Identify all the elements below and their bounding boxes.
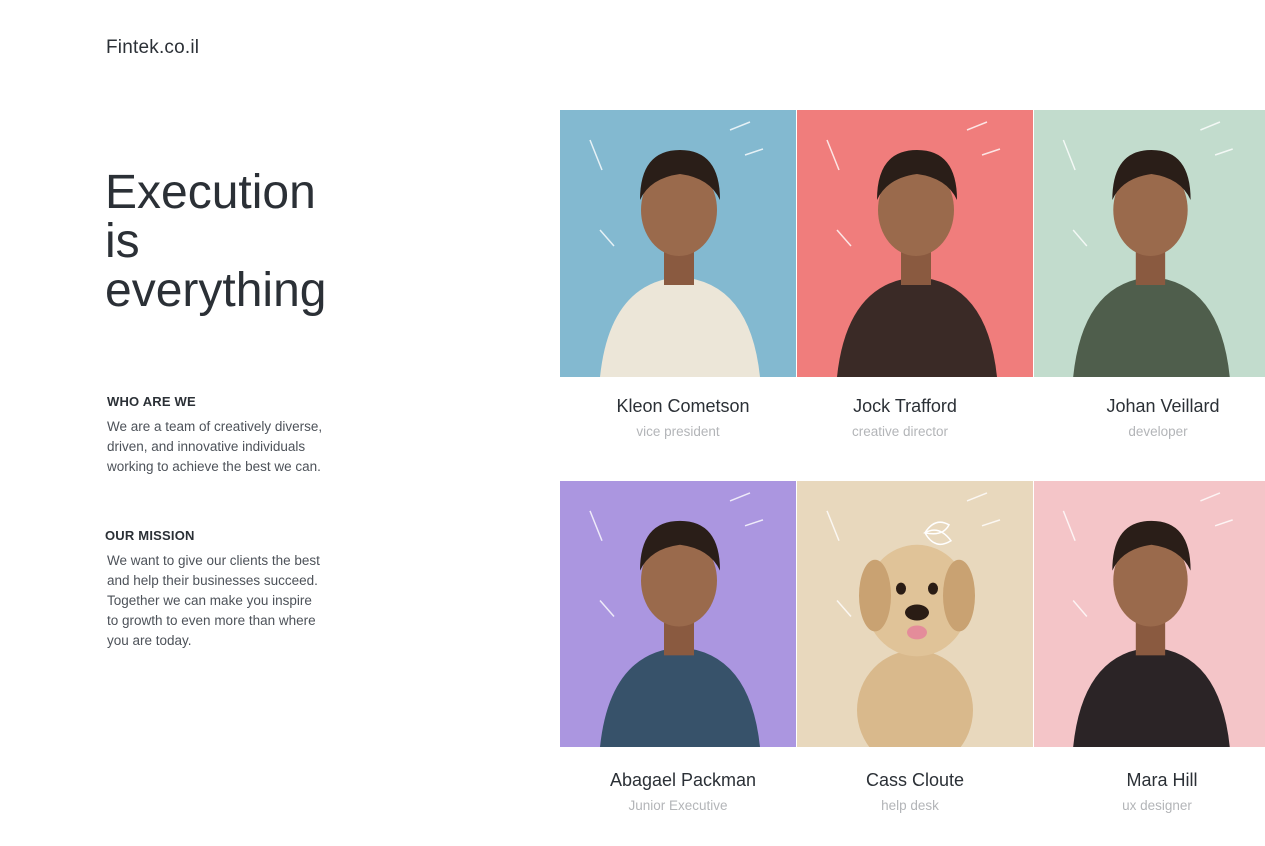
text-line: you are today. bbox=[107, 633, 192, 648]
person-woman-icon bbox=[1062, 492, 1233, 747]
site-logo[interactable]: Fintek.co.il bbox=[106, 37, 199, 59]
text-line: We want to give our clients the best bbox=[107, 553, 320, 568]
team-photo[interactable] bbox=[560, 110, 796, 377]
team-member-name: Johan Veillard bbox=[1106, 396, 1220, 416]
who-are-we-text: We are a team of creatively diverse, dri… bbox=[107, 417, 332, 477]
text-line: Together we can make you inspire bbox=[107, 593, 312, 608]
our-mission-text: We want to give our clients the best and… bbox=[107, 551, 332, 651]
team-member-role: help desk bbox=[881, 798, 939, 813]
headline-line: Execution bbox=[105, 166, 316, 219]
headline-line: everything bbox=[105, 264, 327, 317]
team-photo[interactable] bbox=[560, 481, 796, 747]
team-member-role: vice president bbox=[636, 424, 720, 439]
team-member-role: developer bbox=[1128, 424, 1188, 439]
text-line: working to achieve the best we can. bbox=[107, 459, 321, 474]
team-member-role: creative director bbox=[851, 424, 949, 439]
team-member-name: Mara Hill bbox=[1126, 770, 1198, 790]
person-man-icon bbox=[1062, 121, 1233, 377]
who-are-we-title: WHO ARE WE bbox=[107, 394, 196, 409]
team-member-role: Junior Executive bbox=[628, 798, 728, 813]
person-man-icon bbox=[826, 121, 1001, 377]
our-mission-title: OUR MISSION bbox=[105, 528, 195, 543]
person-woman-icon bbox=[589, 121, 764, 377]
text-line: We are a team of creatively diverse, bbox=[107, 419, 323, 434]
text-line: to growth to even more than where bbox=[107, 613, 316, 628]
hero-headline: Execution is everything bbox=[105, 168, 365, 315]
text-line: driven, and innovative individuals bbox=[107, 439, 306, 454]
team-photo[interactable] bbox=[1034, 481, 1265, 747]
puppy-icon bbox=[826, 492, 1001, 747]
team-photo[interactable] bbox=[797, 481, 1033, 747]
team-member-name: Jock Trafford bbox=[853, 396, 957, 416]
headline-line: is bbox=[105, 215, 140, 268]
text-line: and help their businesses succeed. bbox=[107, 573, 318, 588]
team-member-name: Cass Cloute bbox=[865, 770, 965, 790]
team-photo[interactable] bbox=[797, 110, 1033, 377]
team-member-name: Kleon Cometson bbox=[616, 396, 750, 416]
team-photo[interactable] bbox=[1034, 110, 1265, 377]
team-member-role: ux designer bbox=[1122, 798, 1192, 813]
team-member-name: Abagael Packman bbox=[609, 770, 757, 790]
person-woman-icon bbox=[589, 492, 764, 747]
